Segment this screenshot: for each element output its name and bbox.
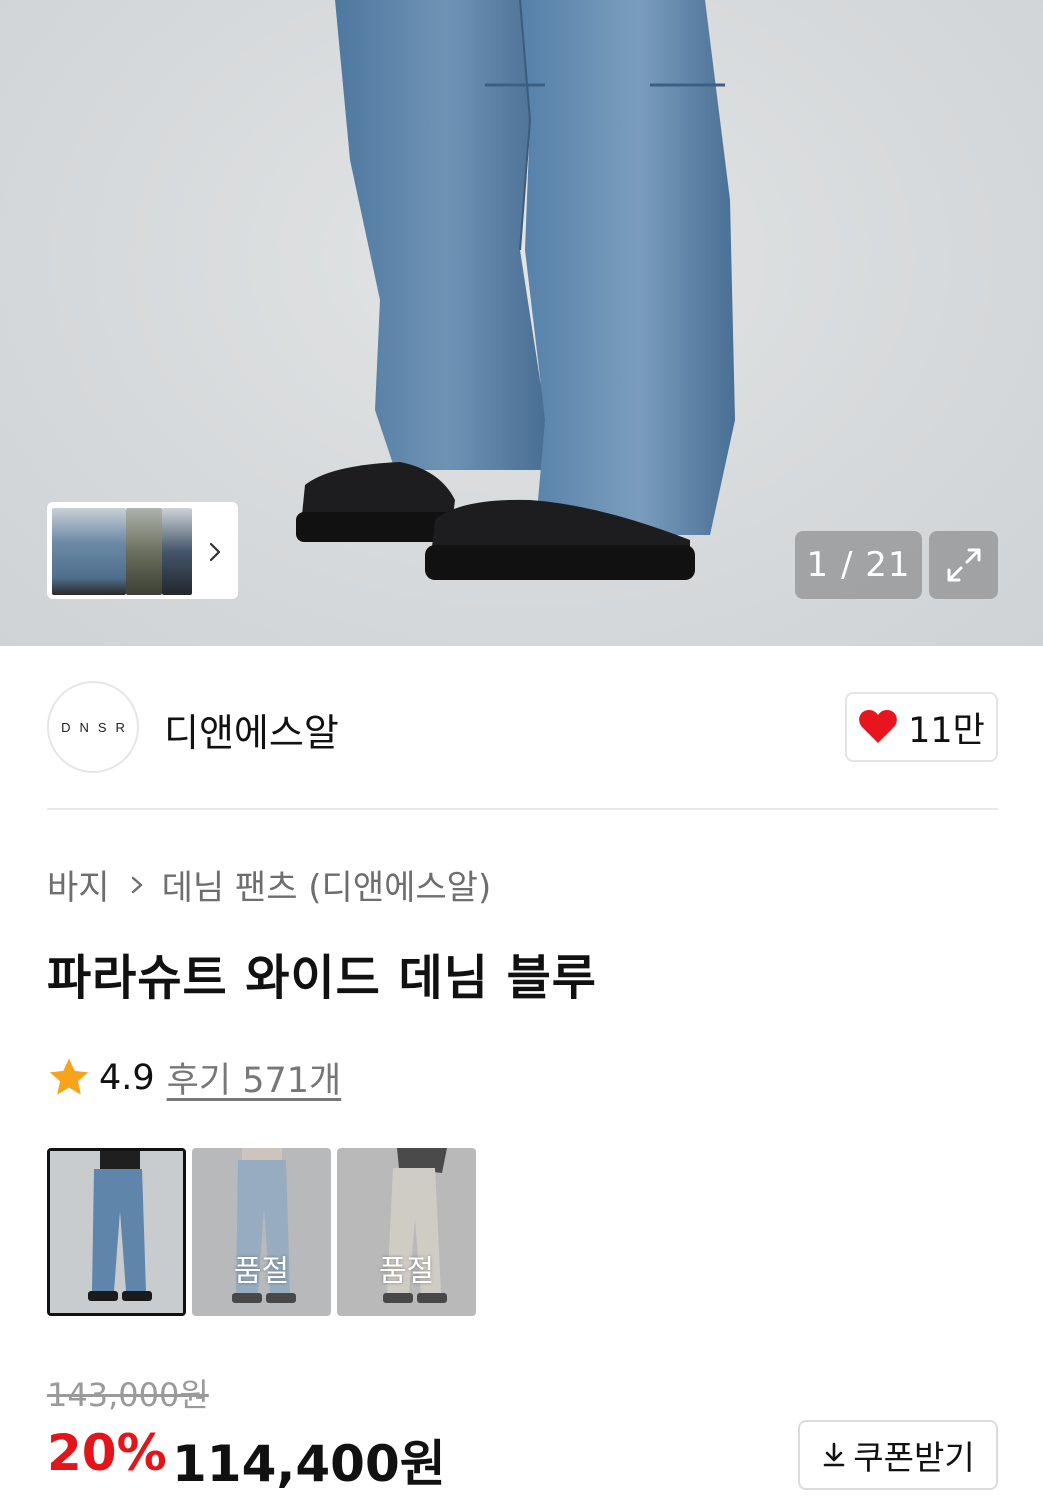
sale-price: 114,400원	[172, 1435, 446, 1493]
image-counter: 1 / 21	[795, 531, 922, 599]
thumbnail-1[interactable]	[52, 508, 126, 595]
star-icon	[49, 1057, 89, 1095]
thumbnail-3[interactable]	[162, 508, 192, 595]
brand-logo-text: DNSR	[61, 719, 134, 735]
download-icon	[823, 1442, 845, 1467]
breadcrumb: 바지 데님 팬츠 (디앤에스알)	[47, 860, 491, 909]
like-count: 11만	[908, 710, 985, 751]
rating: 4.9 후기 571개	[47, 1052, 341, 1103]
thumbnail-strip[interactable]	[47, 502, 238, 599]
original-price: 143,000원	[47, 1376, 209, 1414]
coupon-button[interactable]: 쿠폰받기	[798, 1420, 998, 1490]
soldout-label: 품절	[378, 1254, 435, 1289]
option-image	[50, 1151, 183, 1313]
coupon-label: 쿠폰받기	[853, 1438, 975, 1477]
divider	[47, 808, 998, 810]
brand-name[interactable]: 디앤에스알	[164, 702, 339, 757]
chevron-right-icon	[128, 873, 146, 897]
review-count-link[interactable]: 후기 571개	[167, 1052, 342, 1103]
expand-icon	[947, 548, 980, 582]
brand-logo[interactable]: DNSR	[47, 681, 139, 773]
breadcrumb-subcategory[interactable]: 데님 팬츠 (디앤에스알)	[162, 860, 492, 909]
heart-icon	[859, 710, 897, 743]
rating-score: 4.9	[99, 1057, 155, 1098]
soldout-label: 품절	[233, 1254, 290, 1289]
expand-button[interactable]	[929, 531, 998, 599]
discount-rate: 20%	[47, 1424, 167, 1482]
soldout-overlay	[337, 1148, 476, 1316]
soldout-overlay	[192, 1148, 331, 1316]
chevron-right-icon[interactable]	[203, 540, 227, 564]
product-title: 파라슈트 와이드 데님 블루	[47, 950, 597, 1006]
like-button[interactable]: 11만	[845, 692, 998, 762]
thumbnail-2[interactable]	[126, 508, 162, 595]
color-option-blue-2[interactable]: 품절	[192, 1148, 331, 1316]
color-option-cream[interactable]: 품절	[337, 1148, 476, 1316]
breadcrumb-category[interactable]: 바지	[47, 860, 110, 909]
color-option-blue-1[interactable]	[47, 1148, 186, 1316]
product-image-gallery[interactable]: 1 / 21	[0, 0, 1043, 646]
